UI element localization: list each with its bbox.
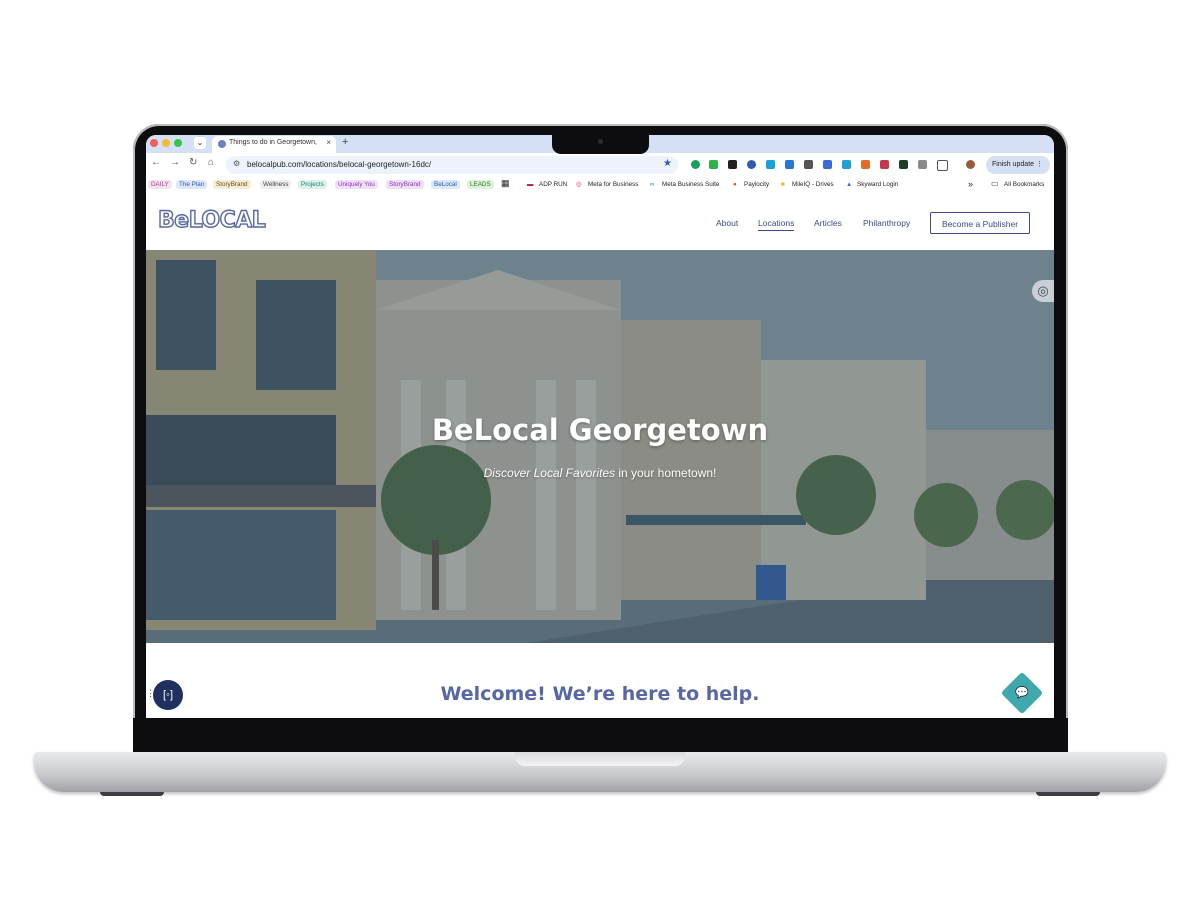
apps-grid-icon[interactable]: ▦ <box>501 178 510 189</box>
bookmark-tag[interactable]: Uniquely You <box>335 180 378 189</box>
accessibility-side-icon[interactable]: ◎ <box>1032 280 1054 302</box>
tab-search-icon[interactable]: ⌄ <box>194 137 206 149</box>
nav-philanthropy[interactable]: Philanthropy <box>863 218 910 228</box>
extension-icon[interactable] <box>747 160 756 169</box>
extension-icon[interactable] <box>880 160 889 169</box>
bookmarks-overflow-icon[interactable]: » <box>968 179 973 189</box>
instagram-icon: ◎ <box>576 181 582 188</box>
camera-notch <box>552 133 649 154</box>
laptop-base-notch <box>515 752 685 766</box>
accessibility-button[interactable]: [◦] <box>153 680 183 710</box>
bookmark-link[interactable]: Meta for Business <box>588 181 638 188</box>
browser-toolbar: ← → ↻ ⌂ ⚙ belocalpub.com/locations/beloc… <box>146 153 1054 177</box>
bookmark-tag[interactable]: BeLocal <box>431 180 460 189</box>
address-bar[interactable]: ⚙ belocalpub.com/locations/belocal-georg… <box>226 156 678 174</box>
bookmark-link[interactable]: Meta Business Suite <box>662 181 719 188</box>
bookmark-tag[interactable]: DAILY <box>148 180 172 189</box>
all-bookmarks-link[interactable]: All Bookmarks <box>1004 181 1044 188</box>
hero-subtitle: Discover Local Favorites in your hometow… <box>146 466 1054 480</box>
minimize-window-icon[interactable] <box>162 139 170 147</box>
hero-title: BeLocal Georgetown <box>431 413 769 447</box>
laptop-foot <box>100 792 164 796</box>
nav-locations[interactable]: Locations <box>758 218 795 231</box>
extension-icon[interactable] <box>785 160 794 169</box>
back-icon[interactable]: ← <box>151 157 161 168</box>
profile-avatar[interactable] <box>966 160 975 169</box>
meta-icon: ∞ <box>650 181 655 188</box>
skyward-icon: ▲ <box>846 181 853 188</box>
extension-icon[interactable] <box>918 160 927 169</box>
extension-icon[interactable] <box>766 160 775 169</box>
nav-about[interactable]: About <box>716 218 738 228</box>
screen: ⌄ Things to do in Georgetown, × + ← → ↻ … <box>146 135 1054 718</box>
url-text[interactable]: belocalpub.com/locations/belocal-georget… <box>247 160 431 169</box>
bookmark-link[interactable]: ADP RUN <box>539 181 567 188</box>
become-publisher-button[interactable]: Become a Publisher <box>930 212 1030 234</box>
favicon-icon <box>218 140 226 148</box>
belocal-logo[interactable]: BeLOCAL <box>157 209 266 232</box>
hero-subtitle-rest: in your hometown! <box>615 466 717 480</box>
hero-subtitle-emphasis: Discover Local Favorites <box>483 466 615 480</box>
extensions-puzzle-icon[interactable] <box>937 160 948 171</box>
tab-close-icon[interactable]: × <box>326 138 331 147</box>
extension-icon[interactable] <box>842 160 851 169</box>
reload-icon[interactable]: ↻ <box>189 157 197 168</box>
maximize-window-icon[interactable] <box>174 139 182 147</box>
extension-icon[interactable] <box>823 160 832 169</box>
camera-icon <box>598 139 603 144</box>
site-header: BeLOCAL About Locations Articles Philant… <box>146 193 1054 250</box>
hero-banner: ◎ BeLocal Georgetown Discover Local Favo… <box>146 250 1054 643</box>
chat-bubble-icon[interactable]: 💬 <box>1014 685 1030 701</box>
welcome-heading: Welcome! We’re here to help. <box>440 683 760 705</box>
finish-update-button[interactable]: Finish update ⋮ <box>986 156 1050 174</box>
bookmark-tag[interactable]: LEADS <box>467 180 494 189</box>
bookmark-tag[interactable]: StoryBrand <box>213 180 251 189</box>
bookmark-tag[interactable]: StoryBrand <box>386 180 424 189</box>
site-info-icon[interactable]: ⚙ <box>233 159 240 168</box>
close-window-icon[interactable] <box>150 139 158 147</box>
bookmark-link[interactable]: Paylocity <box>744 181 769 188</box>
tab-title: Things to do in Georgetown, <box>229 139 317 146</box>
bookmark-link[interactable]: Skyward Login <box>857 181 898 188</box>
browser-tab[interactable]: Things to do in Georgetown, × <box>212 136 336 153</box>
adp-icon: ▬ <box>527 181 534 188</box>
bookmark-tag[interactable]: Projects <box>298 180 327 189</box>
extension-icon[interactable] <box>728 160 737 169</box>
bookmark-link[interactable]: MileIQ - Drives <box>792 181 834 188</box>
bookmark-tag[interactable]: Wellness <box>260 180 292 189</box>
laptop-foot <box>1036 792 1100 796</box>
extension-icon[interactable] <box>861 160 870 169</box>
finish-update-label: Finish update <box>992 161 1035 168</box>
paylocity-icon: ● <box>733 181 737 188</box>
extension-icon[interactable] <box>899 160 908 169</box>
folder-icon: ▭ <box>991 179 999 188</box>
mileiq-icon: ■ <box>781 181 785 188</box>
forward-icon[interactable]: → <box>170 157 180 168</box>
laptop-base <box>34 752 1166 792</box>
bookmarks-bar: DAILY The Plan StoryBrand Wellness Proje… <box>146 177 1054 193</box>
bookmark-star-icon[interactable]: ★ <box>663 158 672 169</box>
bookmark-tag[interactable]: The Plan <box>176 180 208 189</box>
extension-icon[interactable] <box>804 160 813 169</box>
new-tab-button[interactable]: + <box>342 136 348 148</box>
laptop-bezel <box>133 718 1068 752</box>
nav-articles[interactable]: Articles <box>814 218 842 228</box>
extension-icon[interactable] <box>709 160 718 169</box>
extension-icon[interactable] <box>691 160 700 169</box>
home-icon[interactable]: ⌂ <box>208 157 214 168</box>
